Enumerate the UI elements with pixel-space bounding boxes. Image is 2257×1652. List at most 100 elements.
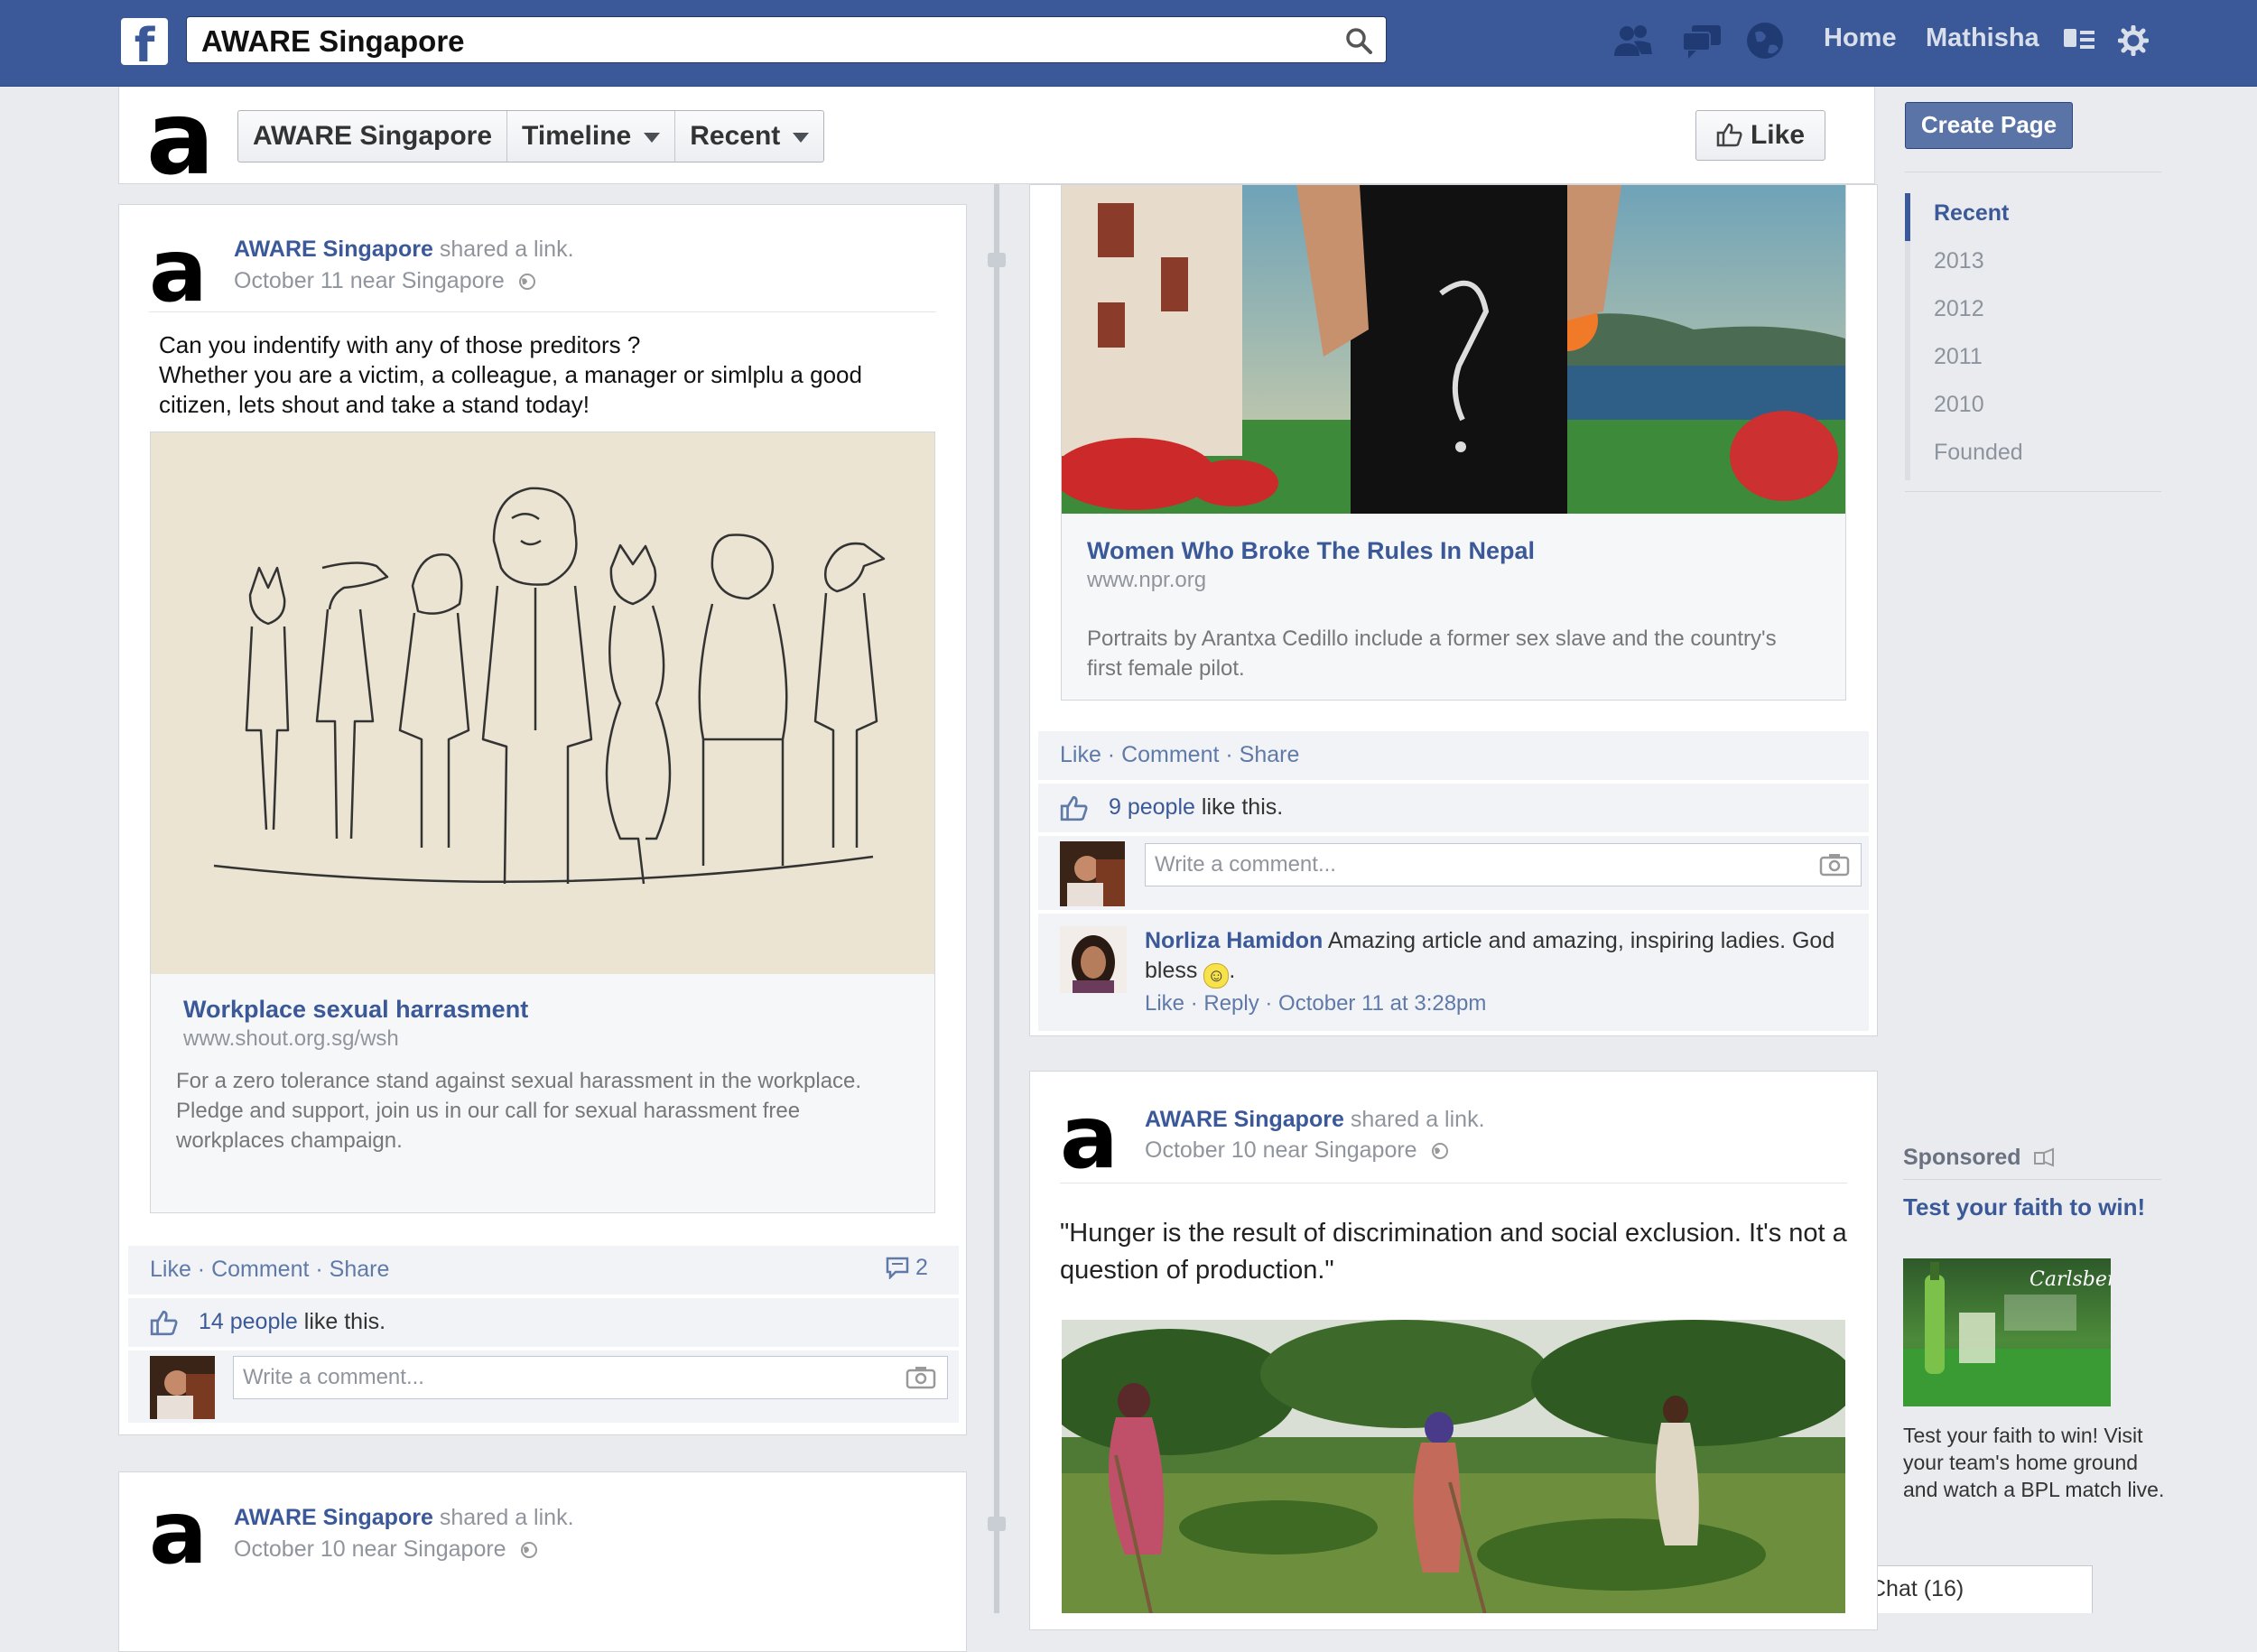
post-author-logo[interactable]: a	[149, 1490, 208, 1576]
link-description: Portraits by Arantxa Cedillo include a f…	[1087, 626, 1777, 681]
link-domain: www.npr.org	[1087, 568, 1207, 592]
search-input[interactable]: AWARE Singapore	[186, 16, 1387, 63]
comment-text-end: .	[1229, 958, 1236, 983]
ad-photo: Carlsberg	[1903, 1258, 2130, 1406]
comment-count-value: 2	[915, 1255, 928, 1280]
post-text: Can you indentify with any of those pred…	[159, 330, 935, 420]
chat-label: Chat (16)	[1870, 1576, 1964, 1601]
post-meta: October 11 near Singapore	[234, 268, 536, 294]
post-author-logo[interactable]: a	[1060, 1094, 1119, 1181]
post-author-logo[interactable]: a	[149, 227, 208, 314]
like-comment-share-links[interactable]: Like · Comment · Share	[1060, 742, 1299, 768]
post-action-bar: Like · Comment · Share	[1038, 731, 1869, 780]
likes-suffix: like this.	[297, 1309, 386, 1334]
avatar[interactable]	[150, 1356, 215, 1419]
carlsberg-logo: Carlsberg	[2029, 1268, 2111, 1291]
commenter-avatar[interactable]	[1060, 926, 1127, 993]
link-title[interactable]: Workplace sexual harrasment	[183, 996, 528, 1024]
post-author-link[interactable]: AWARE Singapore	[234, 237, 433, 262]
link-domain: www.shout.org.sg/wsh	[183, 1026, 399, 1051]
nav-profile-link[interactable]: Mathisha	[1926, 23, 2039, 53]
shared-link-box[interactable]: Workplace sexual harrasment www.shout.or…	[150, 432, 935, 1213]
likes-summary: 14 people like this.	[199, 1309, 385, 1335]
link-description: For a zero tolerance stand against sexua…	[176, 1069, 862, 1153]
post-author-link[interactable]: AWARE Singapore	[234, 1505, 433, 1530]
likes-people-link[interactable]: 14 people	[199, 1309, 298, 1334]
likes-suffix: like this.	[1194, 794, 1284, 820]
divider	[149, 311, 936, 312]
comment-input[interactable]: Write a comment...	[1145, 843, 1862, 886]
post-likes-bar: 14 people like this.	[128, 1298, 959, 1347]
search-icon[interactable]	[1344, 26, 1373, 55]
timeline-spine	[994, 184, 999, 1613]
post-text-line: Whether you are a victim, a colleague, a…	[159, 361, 862, 418]
comment-bubble-icon	[886, 1257, 909, 1281]
page-name-button[interactable]: AWARE Singapore	[238, 111, 508, 162]
facebook-logo[interactable]: f	[121, 18, 168, 65]
shared-link-box[interactable]: Women Who Broke The Rules In Nepal www.n…	[1053, 184, 1846, 701]
nav-home-link[interactable]: Home	[1824, 23, 1897, 53]
chevron-down-icon	[793, 132, 810, 143]
comment-composer: Write a comment...	[1038, 836, 1869, 910]
comment-item: Norliza Hamidon Amazing article and amaz…	[1038, 914, 1869, 1031]
likes-people-link[interactable]: 9 people	[1109, 794, 1195, 820]
like-comment-share-links[interactable]: Like · Comment · Share	[150, 1257, 389, 1283]
post-timestamp[interactable]: October 10 near Singapore	[1145, 1137, 1417, 1163]
avatar[interactable]	[1060, 841, 1125, 906]
thumbs-up-icon	[1716, 123, 1742, 147]
comment-count[interactable]: 2	[885, 1255, 928, 1281]
link-thumbnail-illustration	[151, 432, 934, 974]
ad-image[interactable]: Carlsberg	[1903, 1258, 2130, 1406]
like-page-button[interactable]: Like	[1695, 110, 1825, 161]
timeline-label: Timeline	[522, 121, 632, 151]
post-timestamp[interactable]: October 11 near Singapore	[234, 268, 505, 293]
ad-title-link[interactable]: Test your faith to win!	[1903, 1193, 2165, 1220]
ad-body-text: Test your faith to win! Visit your team'…	[1903, 1424, 2165, 1501]
comment-composer: Write a comment...	[128, 1350, 959, 1423]
timeline-nav-2011[interactable]: 2011	[1905, 337, 2161, 385]
thumbs-up-icon	[1060, 795, 1088, 821]
public-globe-icon	[1431, 1143, 1448, 1160]
timeline-nav-recent[interactable]: Recent	[1905, 193, 2161, 241]
camera-icon[interactable]	[906, 1366, 936, 1389]
timeline-nav-2013[interactable]: 2013	[1905, 241, 2161, 289]
post-likes-bar: 9 people like this.	[1038, 784, 1869, 832]
divider	[1905, 491, 2161, 492]
like-page-label: Like	[1750, 120, 1806, 150]
timeline-dropdown[interactable]: Timeline	[507, 111, 676, 162]
timeline-spine-marker	[988, 253, 1006, 267]
privacy-shortcuts-icon[interactable]	[2062, 25, 2096, 56]
comment-input-placeholder: Write a comment...	[1155, 852, 1336, 877]
comment-input[interactable]: Write a comment...	[233, 1356, 948, 1399]
timeline-nav-2010[interactable]: 2010	[1905, 385, 2161, 432]
friend-requests-icon[interactable]	[1611, 18, 1656, 63]
comment-actions[interactable]: Like · Reply · October 11 at 3:28pm	[1145, 991, 1486, 1016]
post-photo[interactable]	[1062, 1320, 1845, 1613]
page-nav: AWARE Singapore Timeline Recent	[237, 110, 825, 162]
ad-choices-icon[interactable]	[2033, 1147, 2057, 1167]
commenter-name-link[interactable]: Norliza Hamidon	[1145, 928, 1323, 953]
post-timestamp[interactable]: October 10 near Singapore	[234, 1536, 506, 1562]
page-logo[interactable]: a	[146, 88, 215, 190]
likes-summary: 9 people like this.	[1109, 794, 1283, 821]
post-text-line: Can you indentify with any of those pred…	[159, 331, 641, 358]
create-page-button[interactable]: Create Page	[1905, 102, 2073, 149]
link-thumbnail-photo	[1053, 185, 1845, 514]
post-author-line: AWARE Singapore shared a link.	[234, 237, 574, 263]
public-globe-icon	[520, 1542, 537, 1559]
timeline-nav-2012[interactable]: 2012	[1905, 289, 2161, 337]
post-meta: October 10 near Singapore	[234, 1536, 538, 1563]
settings-gear-icon[interactable]	[2118, 25, 2149, 56]
recent-dropdown[interactable]: Recent	[675, 111, 823, 162]
post-author-line: AWARE Singapore shared a link.	[1145, 1107, 1485, 1133]
comment-body: Norliza Hamidon Amazing article and amaz…	[1145, 926, 1849, 988]
recent-label: Recent	[690, 121, 781, 151]
timeline-nav-founded[interactable]: Founded	[1905, 432, 2161, 480]
messages-icon[interactable]	[1679, 18, 1724, 63]
notifications-globe-icon[interactable]	[1742, 18, 1788, 63]
post-author-line: AWARE Singapore shared a link.	[234, 1505, 574, 1531]
camera-icon[interactable]	[1819, 853, 1850, 877]
post-author-link[interactable]: AWARE Singapore	[1145, 1107, 1344, 1132]
link-title[interactable]: Women Who Broke The Rules In Nepal	[1087, 537, 1535, 565]
post-action-text: shared a link.	[432, 237, 574, 262]
